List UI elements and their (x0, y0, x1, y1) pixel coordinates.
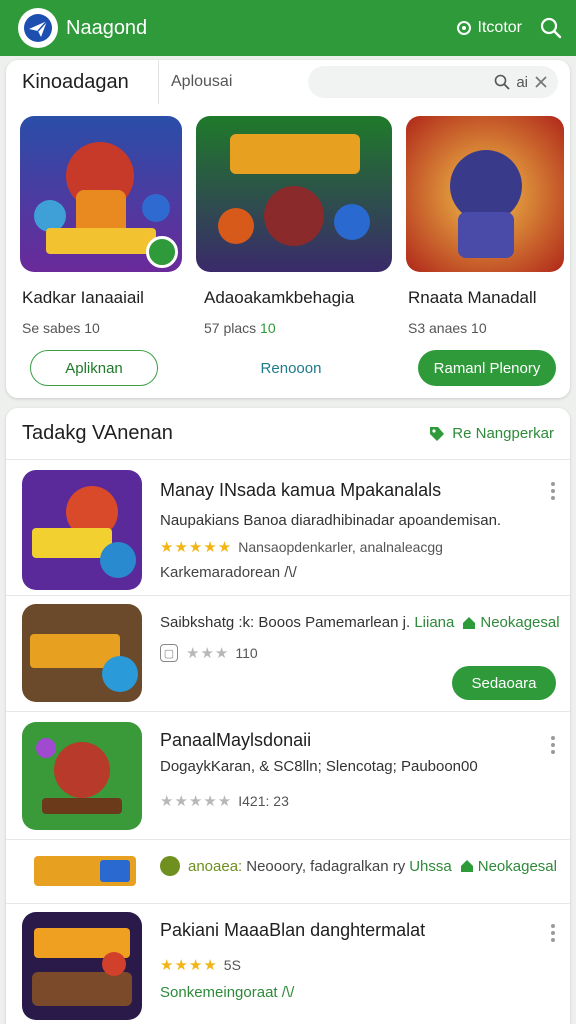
featured-game-tile[interactable] (196, 116, 392, 272)
game-description: Saibkshatg :k: Booos Pamemarlean j. Liia… (160, 614, 560, 631)
game-title: PanaalMaylsdonaii (160, 730, 312, 750)
game-description-text: Saibkshatg :k: Booos Pamemarlean j. (160, 614, 411, 631)
see-more-link[interactable]: Re Nangperkar (428, 425, 554, 443)
top-app-bar: Naagond Itcotor (0, 0, 576, 56)
featured-game-meta: Se sabes 10 (22, 320, 100, 336)
game-title: Pakiani MaaaBlan danghtermalat (160, 920, 426, 940)
game-icon (22, 912, 142, 1020)
list-item[interactable]: Saibkshatg :k: Booos Pamemarlean j. Liia… (6, 596, 570, 712)
promo-tag: Uhssa Neokagesal (409, 858, 557, 875)
game-logo (30, 850, 140, 892)
list-item[interactable]: PanaalMaylsdonaii DogaykKaran, & SC8lln;… (6, 712, 570, 840)
game-developer: Karkemaradorean /\/ (160, 564, 297, 581)
game-list-card: Tadakg VAnenan Re Nangperkar Manay INsad… (6, 408, 570, 1024)
install-button[interactable]: Sedaoara (452, 666, 556, 700)
promo-text: anoaea: Neooory, fadagralkan ry Uhssa Ne… (160, 856, 557, 876)
game-rating-row: ★★★★★ Nansaopdenkarler, analnaleacgg (160, 538, 443, 556)
star-rating: ★★★★★ (160, 793, 233, 810)
game-tag-secondary: Neokagesal (480, 614, 560, 631)
promo-tag-text: Uhssa (409, 857, 452, 875)
game-meta: 110 (235, 645, 258, 661)
game-icon (22, 470, 142, 590)
game-art-image (406, 116, 564, 272)
game-meta: I421: 23 (238, 793, 289, 809)
promo-description: Neooory, fadagralkan ry (246, 857, 406, 875)
game-title: Manay INsada kamua Mpakanalals (160, 480, 442, 500)
list-item[interactable]: anoaea: Neooory, fadagralkan ry Uhssa Ne… (6, 840, 570, 904)
more-options-icon[interactable] (550, 482, 556, 500)
search-text: ai (516, 73, 528, 91)
featured-game-tile[interactable] (20, 116, 182, 272)
game-description: DogaykKaran, & SC8lln; Slencotag; Pauboo… (160, 758, 478, 775)
app-title: Naagond (66, 16, 148, 39)
featured-game-meta: S3 anaes 10 (408, 320, 487, 336)
featured-card: Kinoadagan Aplousai ai Kadkar Ianaaiail … (6, 60, 570, 398)
game-rating-row: ▢ ★★★ 110 (160, 644, 258, 662)
game-description: Naupakians Banoa diaradhibinadar apoande… (160, 512, 502, 529)
featured-game-name: Adaoakamkbehagia (204, 288, 355, 307)
game-icon (22, 722, 142, 830)
list-header: Tadakg VAnenan Re Nangperkar (6, 408, 570, 460)
star-rating: ★★★★★ (160, 539, 233, 556)
apply-button[interactable]: Apliknan (30, 350, 158, 386)
game-tag: Liiana Neokagesal (414, 614, 559, 631)
text-button[interactable]: Renooon (236, 350, 346, 386)
game-meta: Nansaopdenkarler, analnaleacgg (238, 539, 443, 555)
featured-game-tile[interactable] (406, 116, 564, 272)
promo-badge-icon (160, 856, 180, 876)
game-rating-row: ★★★★★ I421: 23 (160, 792, 289, 810)
crop-icon: ▢ (160, 644, 178, 662)
list-item[interactable]: Pakiani MaaaBlan danghtermalat ★★★★ 5S S… (6, 904, 570, 1024)
promo-label: anoaea: (188, 857, 243, 875)
play-badge-icon (146, 236, 178, 268)
paper-plane-icon[interactable] (18, 8, 58, 48)
featured-game-name: Kadkar Ianaaiail (22, 288, 144, 307)
search-icon[interactable] (540, 17, 562, 39)
game-art-image (196, 116, 392, 272)
star-rating: ★★★★ (160, 957, 218, 974)
close-icon[interactable] (534, 75, 548, 89)
featured-game-name: Rnaata Manadall (408, 288, 537, 307)
more-options-icon[interactable] (550, 736, 556, 754)
see-more-label: Re Nangperkar (452, 425, 554, 442)
list-item[interactable]: Manay INsada kamua Mpakanalals Naupakian… (6, 460, 570, 596)
list-title: Tadakg VAnenan (22, 422, 173, 444)
featured-game-badge: 10 (260, 320, 276, 336)
search-input[interactable]: ai (308, 66, 558, 98)
featured-title: Kinoadagan (22, 70, 129, 93)
search-icon (495, 74, 510, 90)
house-icon (460, 860, 473, 872)
featured-game-meta-text: 57 placs (204, 320, 257, 336)
game-icon (22, 604, 142, 702)
game-developer: Sonkemeingoraat /\/ (160, 984, 295, 1001)
game-rating-row: ★★★★ 5S (160, 956, 241, 974)
house-icon (463, 616, 476, 629)
tab-featured[interactable]: Aplousai (158, 60, 308, 104)
top-action-button[interactable]: Itcotor (454, 18, 522, 38)
tag-icon (430, 426, 445, 441)
primary-button[interactable]: Ramanl Plenory (418, 350, 556, 386)
top-action-label: Itcotor (477, 19, 522, 36)
promo-tag-secondary: Neokagesal (477, 857, 557, 875)
game-tag-text: Liiana (414, 614, 455, 631)
star-rating: ★★★ (186, 645, 230, 662)
gear-icon (456, 21, 471, 35)
featured-game-meta: 57 placs 10 (204, 320, 276, 336)
game-meta: 5S (223, 957, 241, 973)
more-options-icon[interactable] (550, 924, 556, 942)
